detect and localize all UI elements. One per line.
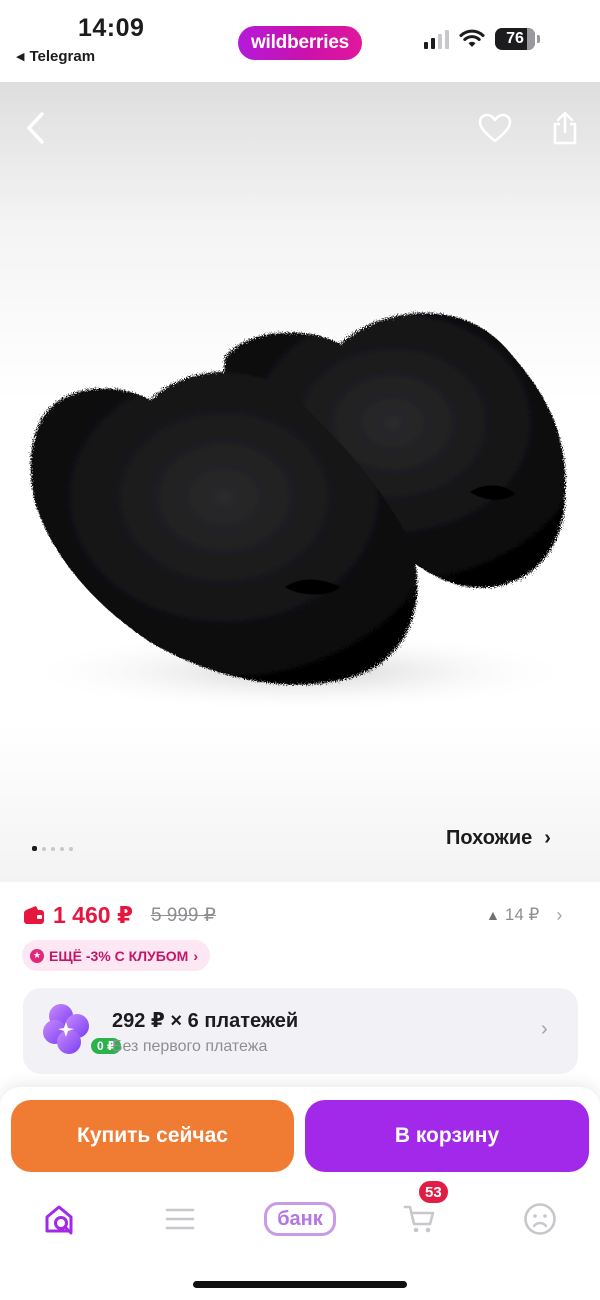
current-price: 1 460 ₽ [53, 901, 133, 928]
tab-catalog[interactable] [150, 1195, 210, 1243]
back-to-app-link[interactable]: ◀ Telegram [16, 48, 95, 65]
installments-card[interactable]: 0 ₽ 292 ₽ × 6 платежей Без первого плате… [23, 988, 578, 1074]
share-button[interactable] [541, 104, 589, 152]
tab-bank[interactable]: банк [262, 1195, 338, 1243]
pagination-dot [42, 846, 46, 851]
pagination-dot [51, 846, 55, 851]
battery-tip [537, 35, 540, 43]
clock: 14:09 [78, 14, 145, 42]
chevron-right-icon: › [193, 947, 199, 964]
similar-label: Похожие [446, 826, 533, 849]
product-gallery[interactable]: Похожие › [0, 82, 600, 882]
system-icons: 76 [424, 28, 540, 50]
cellular-signal-icon [424, 29, 449, 49]
favorite-button[interactable] [471, 104, 519, 152]
add-to-cart-button[interactable]: В корзину [305, 1100, 589, 1172]
pagination-dot [69, 846, 73, 851]
back-button[interactable] [12, 104, 60, 152]
heart-icon [478, 113, 512, 143]
installments-subtitle: Без первого платежа [112, 1038, 268, 1055]
back-app-label: Telegram [29, 48, 96, 65]
triangle-up-icon: ▲ [486, 907, 500, 923]
club-discount-badge[interactable]: ★ ЕЩЁ -3% С КЛУБОМ › [22, 940, 211, 971]
bottom-panel: Купить сейчас В корзину банк 53 [0, 1087, 600, 1300]
bank-label: банк [264, 1202, 336, 1236]
similar-products-link[interactable]: Похожие › [446, 820, 551, 856]
cart-count-badge: 53 [417, 1179, 450, 1205]
cart-icon [403, 1205, 435, 1233]
chevron-right-icon: › [556, 904, 563, 925]
tab-home[interactable] [30, 1195, 90, 1243]
wallet-icon [24, 906, 44, 924]
tab-bar: банк 53 [0, 1179, 600, 1243]
club-label: ЕЩЁ -3% С КЛУБОМ [49, 947, 189, 964]
home-search-icon [45, 1205, 73, 1235]
buy-now-button[interactable]: Купить сейчас [11, 1100, 294, 1172]
share-icon [553, 111, 577, 145]
back-arrow-icon [27, 112, 44, 144]
product-photo [20, 312, 580, 712]
old-price: 5 999 ₽ [150, 904, 216, 926]
price-row: 1 460 ₽ 5 999 ₽ ▲ 14 ₽ › [24, 900, 576, 930]
pagination-dot [60, 846, 64, 851]
price-delta: 14 ₽ [504, 905, 540, 924]
tab-cart[interactable]: 53 [390, 1179, 450, 1243]
chevron-right-icon: › [541, 1018, 548, 1040]
installments-title: 292 ₽ × 6 платежей [112, 1010, 299, 1032]
club-star-icon: ★ [30, 948, 44, 963]
menu-icon [165, 1208, 195, 1230]
price-history-button[interactable]: ▲ 14 ₽ › [486, 900, 562, 930]
back-triangle-icon: ◀ [16, 51, 25, 63]
wifi-icon [459, 29, 485, 47]
battery-level: 76 [506, 30, 524, 47]
battery-icon: 76 [495, 28, 535, 50]
gallery-pagination [32, 846, 73, 851]
home-indicator [193, 1281, 407, 1288]
profile-icon [524, 1203, 556, 1235]
brand-logo: wildberries [238, 26, 362, 60]
tab-profile[interactable] [510, 1195, 570, 1243]
chevron-right-icon: › [544, 826, 551, 849]
pagination-dot [32, 846, 37, 851]
status-bar: 14:09 ◀ Telegram wildberries 76 [0, 0, 600, 82]
